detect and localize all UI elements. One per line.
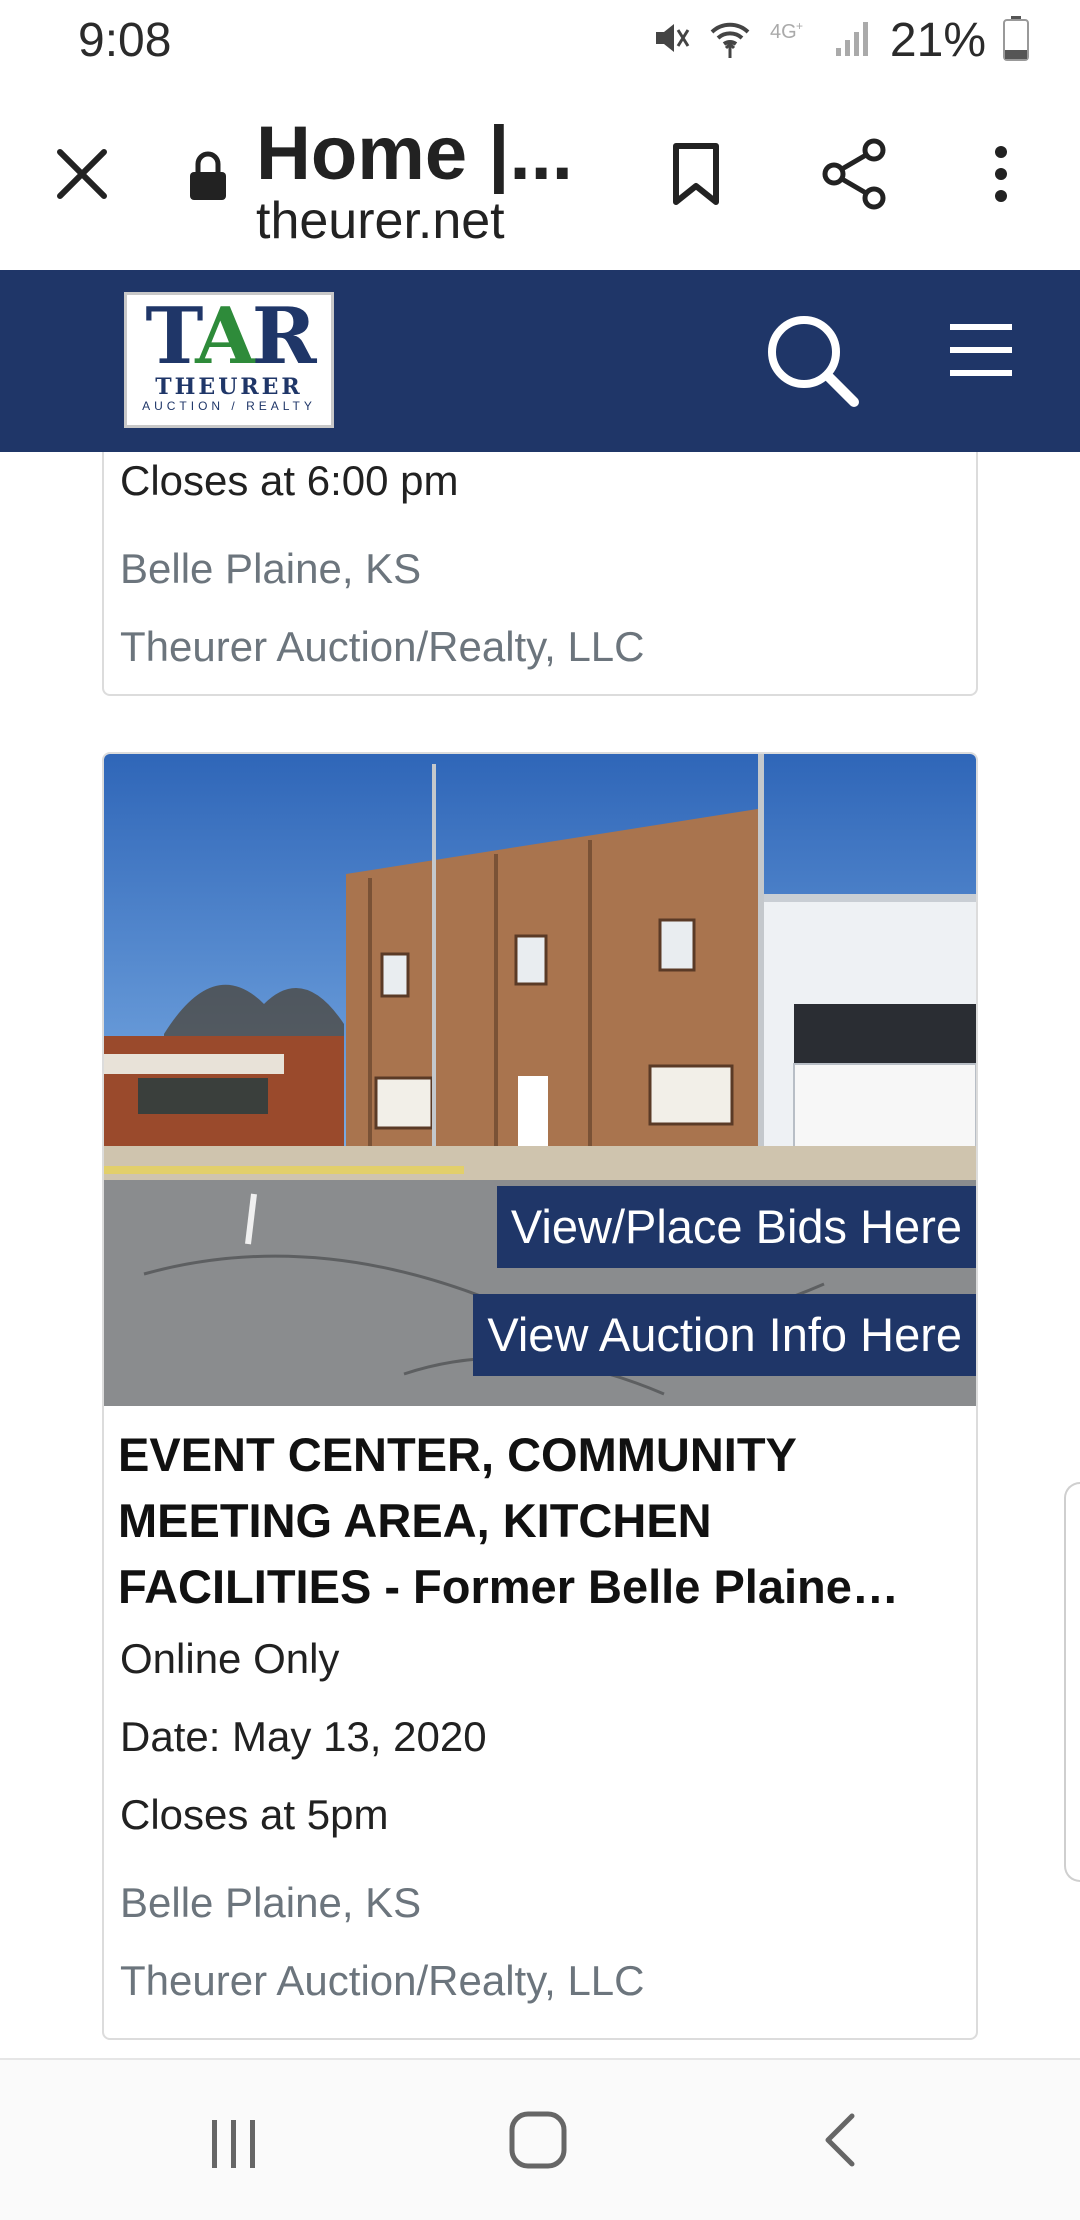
page-title: Home |... — [256, 114, 573, 194]
site-logo[interactable]: TAR THEURER AUCTION / REALTY — [124, 292, 334, 428]
svg-text:+: + — [796, 19, 803, 33]
logo-name: THEURER — [155, 374, 303, 400]
signal-icon — [834, 16, 874, 65]
status-bar: 9:08 4G + 21% — [0, 0, 1080, 80]
listing-closes: Closes at 5pm — [120, 1791, 389, 1838]
home-icon — [509, 2111, 567, 2169]
listing-closes: Closes at 6:00 pm — [120, 457, 459, 504]
view-place-bids-button[interactable]: View/Place Bids Here — [496, 1186, 976, 1268]
logo-mark: TAR — [145, 291, 316, 382]
logo-subtitle: AUCTION / REALTY — [142, 399, 316, 413]
site-search-button[interactable] — [762, 310, 862, 415]
mute-icon — [648, 16, 692, 65]
listing-card[interactable]: Closes at 6:00 pm Belle Plaine, KS Theur… — [102, 452, 978, 696]
browser-toolbar: Home |... theurer.net — [0, 84, 1080, 270]
more-vert-icon — [995, 146, 1007, 202]
status-icons: 4G + 21% — [648, 13, 1030, 68]
battery-percent: 21% — [889, 13, 986, 67]
share-icon — [822, 138, 886, 210]
recent-apps-button[interactable] — [206, 2116, 262, 2177]
listing-photo[interactable]: View/Place Bids Here View Auction Info H… — [104, 754, 976, 1406]
home-button[interactable] — [508, 2110, 568, 2175]
battery-icon — [1002, 14, 1030, 67]
hamburger-menu-icon — [950, 324, 1012, 376]
svg-text:4G: 4G — [770, 21, 797, 43]
back-icon — [825, 2113, 855, 2167]
address-bar[interactable]: Home |... theurer.net — [256, 114, 586, 248]
page-url: theurer.net — [256, 192, 505, 250]
listing-date: Date: May 13, 2020 — [120, 1713, 487, 1760]
close-tab-button[interactable] — [50, 142, 114, 206]
4g-icon: 4G + — [768, 16, 818, 65]
listing-location: Belle Plaine, KS — [120, 1879, 422, 1926]
search-icon — [768, 316, 859, 407]
listing-company: Theurer Auction/Realty, LLC — [120, 1957, 645, 2004]
more-options-button[interactable] — [986, 142, 1016, 211]
wifi-icon — [708, 16, 752, 65]
listing-card[interactable]: View/Place Bids Here View Auction Info H… — [102, 752, 978, 2040]
site-menu-button[interactable] — [948, 322, 1014, 383]
system-nav-bar — [0, 2058, 1080, 2220]
listing-company: Theurer Auction/Realty, LLC — [120, 623, 645, 670]
view-auction-info-button[interactable]: View Auction Info Here — [473, 1294, 976, 1376]
share-button[interactable] — [820, 138, 890, 215]
back-button[interactable] — [820, 2112, 860, 2173]
scroll-handle[interactable] — [1064, 1482, 1080, 1882]
site-header: TAR THEURER AUCTION / REALTY — [0, 270, 1080, 452]
recent-apps-icon — [212, 2120, 255, 2168]
lock-icon[interactable] — [188, 150, 228, 207]
bookmark-icon — [673, 143, 719, 205]
listing-title[interactable]: EVENT CENTER, COMMUNITY MEETING AREA, KI… — [118, 1422, 964, 1620]
bookmark-button[interactable] — [668, 142, 724, 211]
listing-location: Belle Plaine, KS — [120, 545, 422, 592]
close-icon — [57, 149, 107, 199]
listing-type: Online Only — [120, 1635, 340, 1682]
listings-scroll-area[interactable]: Closes at 6:00 pm Belle Plaine, KS Theur… — [0, 452, 1080, 2058]
status-time: 9:08 — [78, 13, 172, 67]
